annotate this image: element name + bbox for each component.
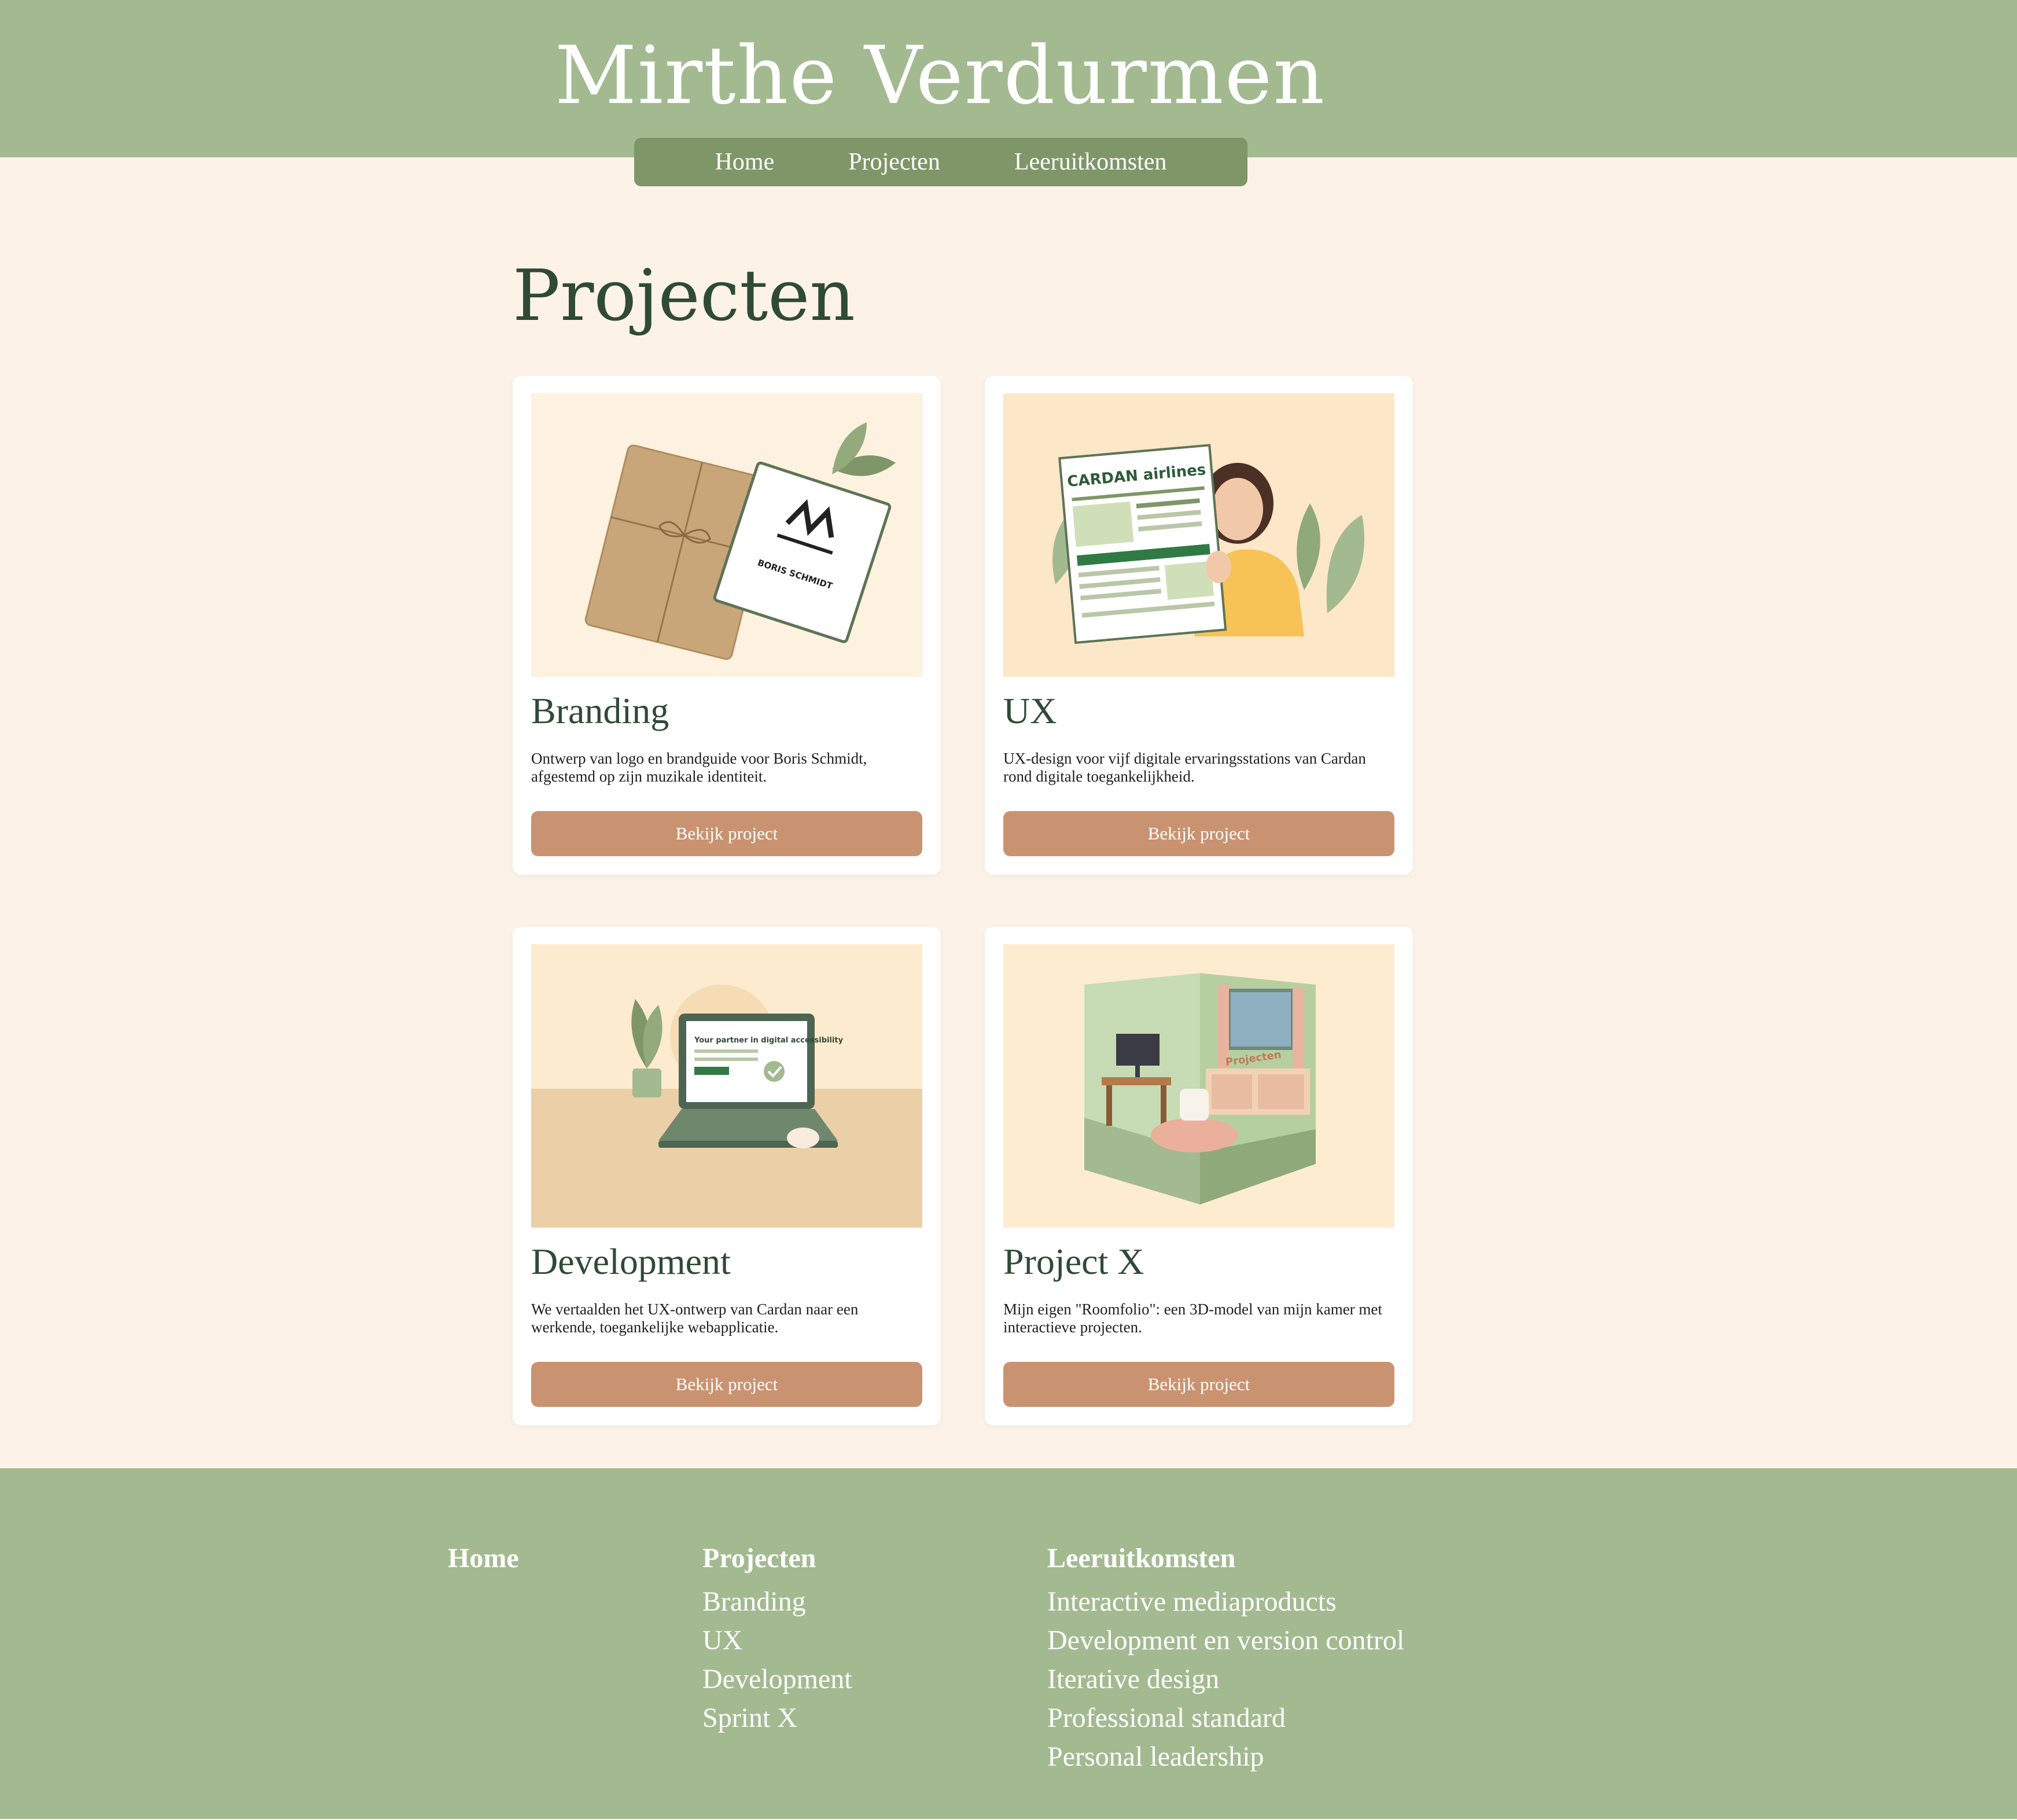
branding-illustration: BORIS SCHMIDT bbox=[531, 393, 922, 677]
view-project-button-branding[interactable]: Bekijk project bbox=[531, 811, 922, 856]
card-description: Mijn eigen "Roomfolio": een 3D-model van… bbox=[1003, 1300, 1382, 1336]
view-project-button-ux[interactable]: Bekijk project bbox=[1003, 811, 1394, 856]
card-description: We vertaalden het UX-ontwerp van Cardan … bbox=[531, 1300, 859, 1336]
card-title: Development bbox=[531, 1241, 731, 1282]
footer-column-projecten: Projecten Branding UX Development Sprint… bbox=[702, 1542, 852, 1737]
project-x-image: Projecten bbox=[1003, 944, 1394, 1228]
branding-image: BORIS SCHMIDT bbox=[531, 393, 922, 677]
footer-link-interactive-mediaproducts[interactable]: Interactive mediaproducts bbox=[1047, 1582, 1404, 1621]
project-card-development: Your partner in digital accessibility De… bbox=[513, 927, 941, 1425]
nav-link-leeruitkomsten[interactable]: Leeruitkomsten bbox=[1014, 148, 1167, 176]
footer-link-development-version-control[interactable]: Development en version control bbox=[1047, 1621, 1404, 1660]
footer-heading-home[interactable]: Home bbox=[448, 1542, 519, 1574]
footer-link-ux[interactable]: UX bbox=[702, 1621, 852, 1660]
project-card-project-x: Projecten Project X Mijn eigen "Roomfoli… bbox=[985, 927, 1413, 1425]
footer-column-leeruitkomsten: Leeruitkomsten Interactive mediaproducts… bbox=[1047, 1542, 1404, 1776]
project-card-branding: BORIS SCHMIDT Branding Ontwerp van logo … bbox=[513, 376, 941, 875]
site-title: Mirthe Verdurmen bbox=[554, 29, 1326, 122]
footer-heading-leeruitkomsten[interactable]: Leeruitkomsten bbox=[1047, 1542, 1404, 1574]
footer-column-home: Home bbox=[448, 1542, 519, 1582]
card-title: Branding bbox=[531, 690, 669, 731]
footer-link-personal-leadership[interactable]: Personal leadership bbox=[1047, 1737, 1404, 1776]
footer-link-iterative-design[interactable]: Iterative design bbox=[1047, 1660, 1404, 1699]
project-card-ux: CARDAN airlines UX UX-design voor vijf d… bbox=[985, 376, 1413, 875]
ux-image: CARDAN airlines bbox=[1003, 393, 1394, 677]
development-image-screen-text: Your partner in digital accessibility bbox=[694, 1036, 844, 1045]
ux-illustration: CARDAN airlines bbox=[1003, 393, 1394, 677]
site-header: Mirthe Verdurmen bbox=[0, 0, 2017, 157]
main-nav: Home Projecten Leeruitkomsten bbox=[634, 138, 1247, 186]
footer-link-professional-standard[interactable]: Professional standard bbox=[1047, 1699, 1404, 1737]
footer-heading-projecten[interactable]: Projecten bbox=[702, 1542, 852, 1574]
card-description: UX-design voor vijf digitale ervaringsst… bbox=[1003, 750, 1366, 785]
footer-link-branding[interactable]: Branding bbox=[702, 1582, 852, 1621]
card-description: Ontwerp van logo en brandguide voor Bori… bbox=[531, 750, 867, 785]
development-image: Your partner in digital accessibility bbox=[531, 944, 922, 1228]
nav-link-projecten[interactable]: Projecten bbox=[848, 148, 940, 176]
footer-link-development[interactable]: Development bbox=[702, 1660, 852, 1699]
view-project-button-project-x[interactable]: Bekijk project bbox=[1003, 1362, 1394, 1407]
page-title: Projecten bbox=[513, 255, 856, 337]
card-title: UX bbox=[1003, 690, 1057, 731]
view-project-button-development[interactable]: Bekijk project bbox=[531, 1362, 922, 1407]
footer-link-sprint-x[interactable]: Sprint X bbox=[702, 1699, 852, 1737]
nav-link-home[interactable]: Home bbox=[715, 148, 775, 176]
development-illustration: Your partner in digital accessibility bbox=[531, 944, 922, 1228]
project-x-illustration: Projecten bbox=[1003, 944, 1394, 1228]
card-title: Project X bbox=[1003, 1241, 1144, 1282]
site-footer: Home Projecten Branding UX Development S… bbox=[0, 1468, 2017, 1819]
